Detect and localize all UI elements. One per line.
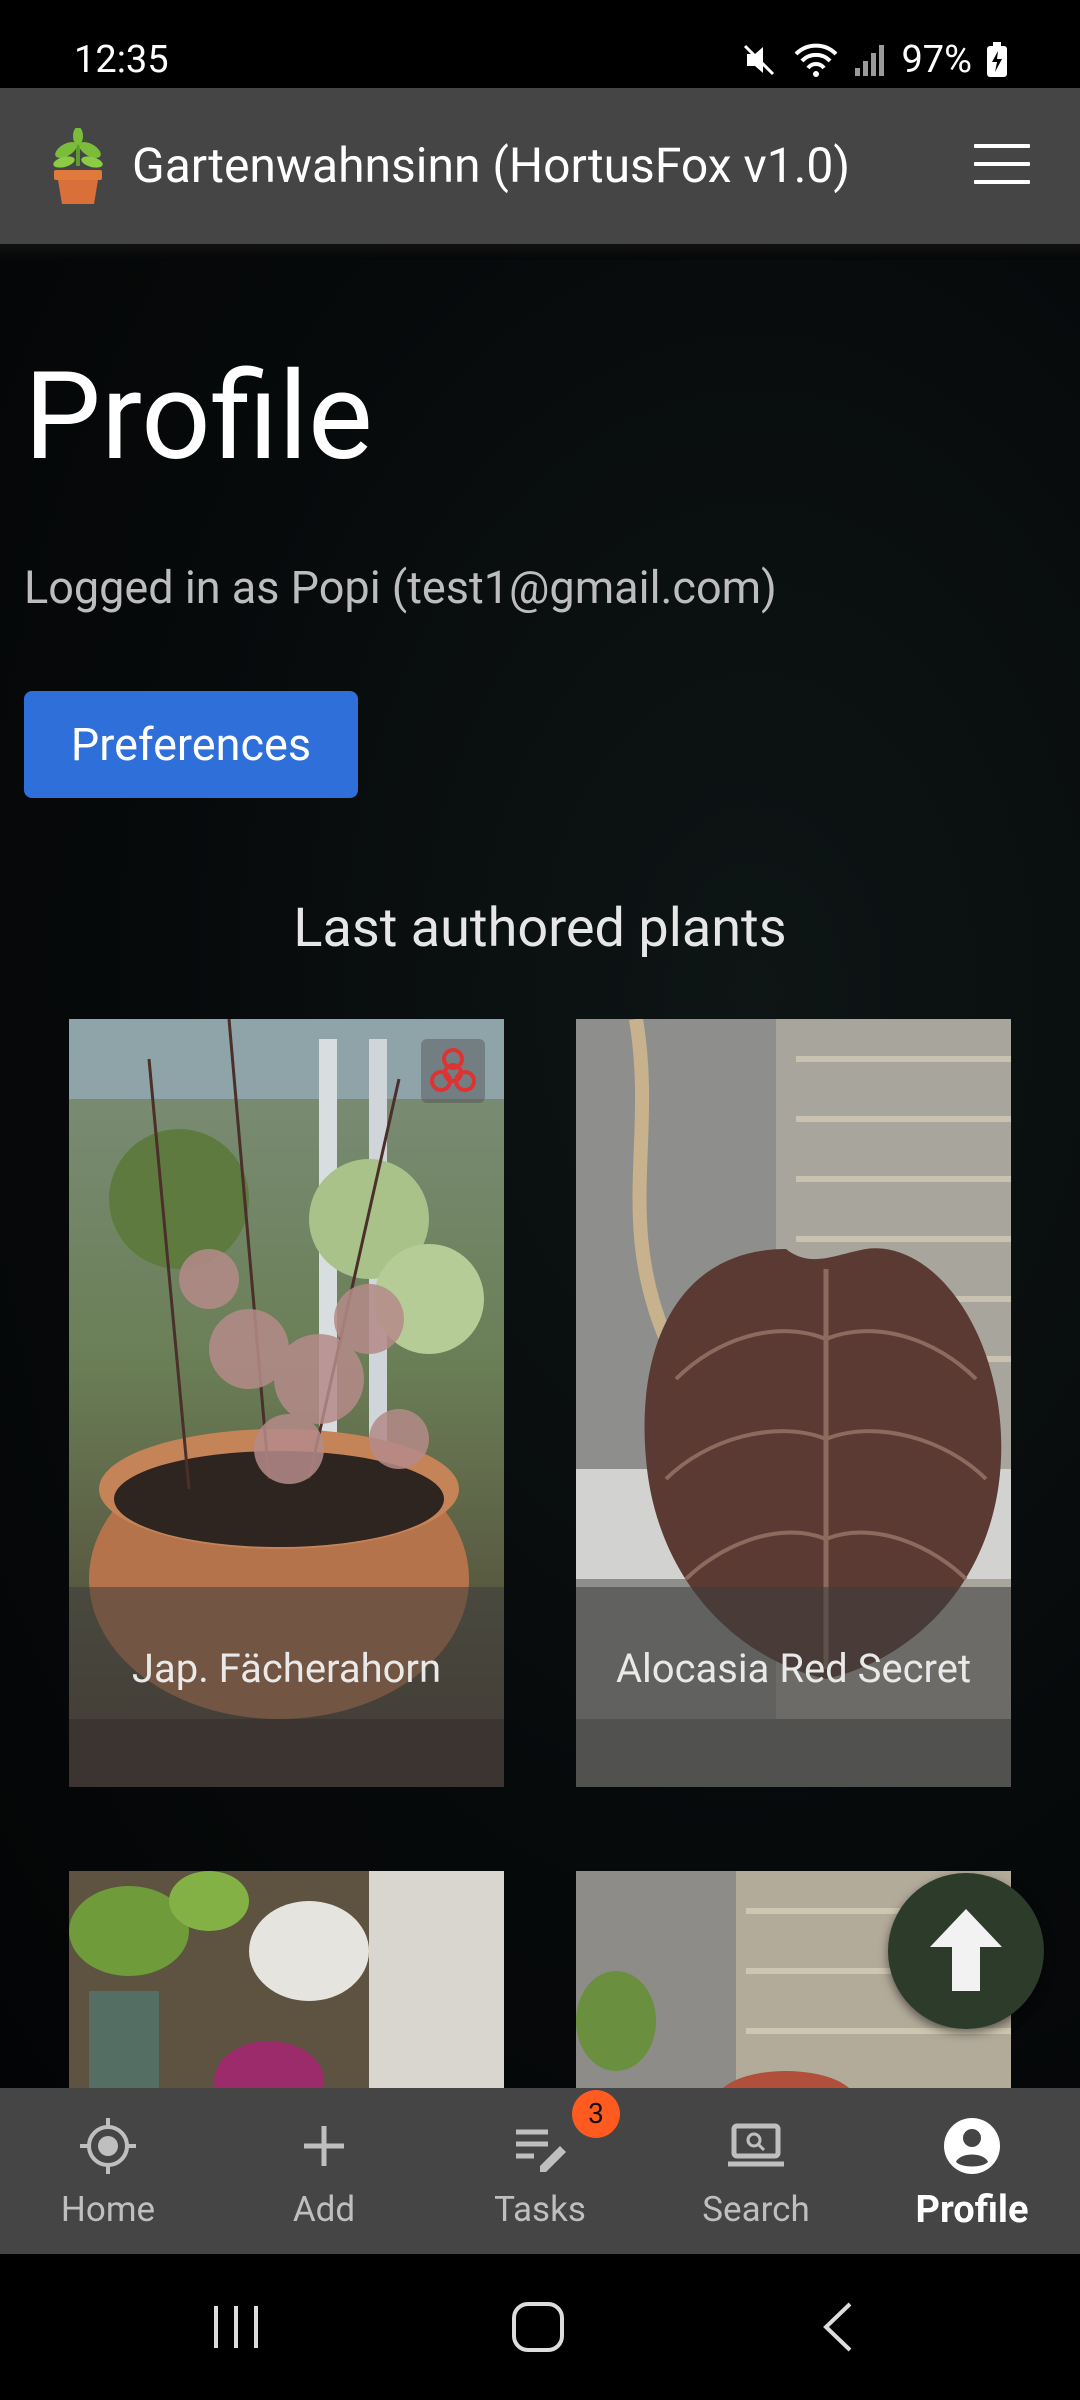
nav-home[interactable]: Home — [0, 2088, 216, 2254]
nav-search[interactable]: Search — [648, 2088, 864, 2254]
nav-home-label: Home — [60, 2189, 156, 2230]
mute-icon — [744, 44, 775, 76]
user-circle-icon — [944, 2118, 1000, 2174]
plant-photo — [69, 1871, 504, 2088]
signal-icon — [855, 45, 885, 76]
system-nav-bar — [0, 2254, 1080, 2400]
battery-percent: 97% — [901, 38, 972, 82]
nav-add-label: Add — [292, 2189, 356, 2230]
nav-profile[interactable]: Profile — [864, 2088, 1080, 2254]
nav-tasks-label: Tasks — [494, 2189, 586, 2230]
plant-card[interactable] — [69, 1871, 504, 2088]
status-icons: 97% — [739, 36, 1008, 84]
potted-plant-icon — [53, 128, 103, 204]
target-icon — [80, 2118, 136, 2174]
section-title: Last authored plants — [293, 897, 787, 960]
plant-name: Jap. Fächerahorn — [131, 1645, 442, 1692]
logged-in-text: Logged in as Popi (test1@gmail.com) — [24, 561, 777, 614]
page-title: Profile — [24, 345, 373, 488]
bottom-nav: Home Add 3 Tasks Search Profile — [0, 2088, 1080, 2254]
battery-icon — [987, 42, 1007, 77]
main-content[interactable]: Profile Logged in as Popi (test1@gmail.c… — [0, 260, 1080, 2088]
recent-apps-icon[interactable] — [196, 2294, 276, 2360]
plant-card[interactable]: Jap. Fächerahorn — [69, 1019, 504, 1787]
biohazard-icon — [421, 1039, 485, 1103]
wifi-icon — [795, 43, 838, 77]
nav-profile-label: Profile — [915, 2188, 1029, 2232]
nav-add[interactable]: Add — [216, 2088, 432, 2254]
scroll-top-button[interactable] — [888, 1873, 1044, 2029]
tasks-icon — [516, 2129, 566, 2172]
plant-card[interactable]: Alocasia Red Secret — [576, 1019, 1011, 1787]
home-button-icon[interactable] — [498, 2294, 578, 2360]
app-root: 12:35 97% Gartenwahnsinn (HortusFox v1.0… — [0, 0, 1080, 2400]
app-title: Gartenwahnsinn (HortusFox v1.0) — [132, 137, 851, 194]
status-bar: 12:35 97% — [0, 0, 1080, 88]
hamburger-icon[interactable] — [974, 144, 1030, 188]
plus-icon — [304, 2126, 344, 2166]
status-time: 12:35 — [74, 38, 169, 82]
app-header: Gartenwahnsinn (HortusFox v1.0) — [0, 88, 1080, 244]
back-icon[interactable] — [800, 2294, 880, 2360]
plant-name: Alocasia Red Secret — [615, 1645, 972, 1692]
arrow-up-icon — [930, 1909, 1002, 1991]
header-shadow — [0, 244, 1080, 260]
laptop-search-icon — [728, 2123, 784, 2167]
tasks-badge: 3 — [572, 2090, 620, 2138]
preferences-button[interactable]: Preferences — [24, 691, 358, 798]
nav-search-label: Search — [702, 2189, 810, 2230]
nav-tasks[interactable]: 3 Tasks — [432, 2088, 648, 2254]
